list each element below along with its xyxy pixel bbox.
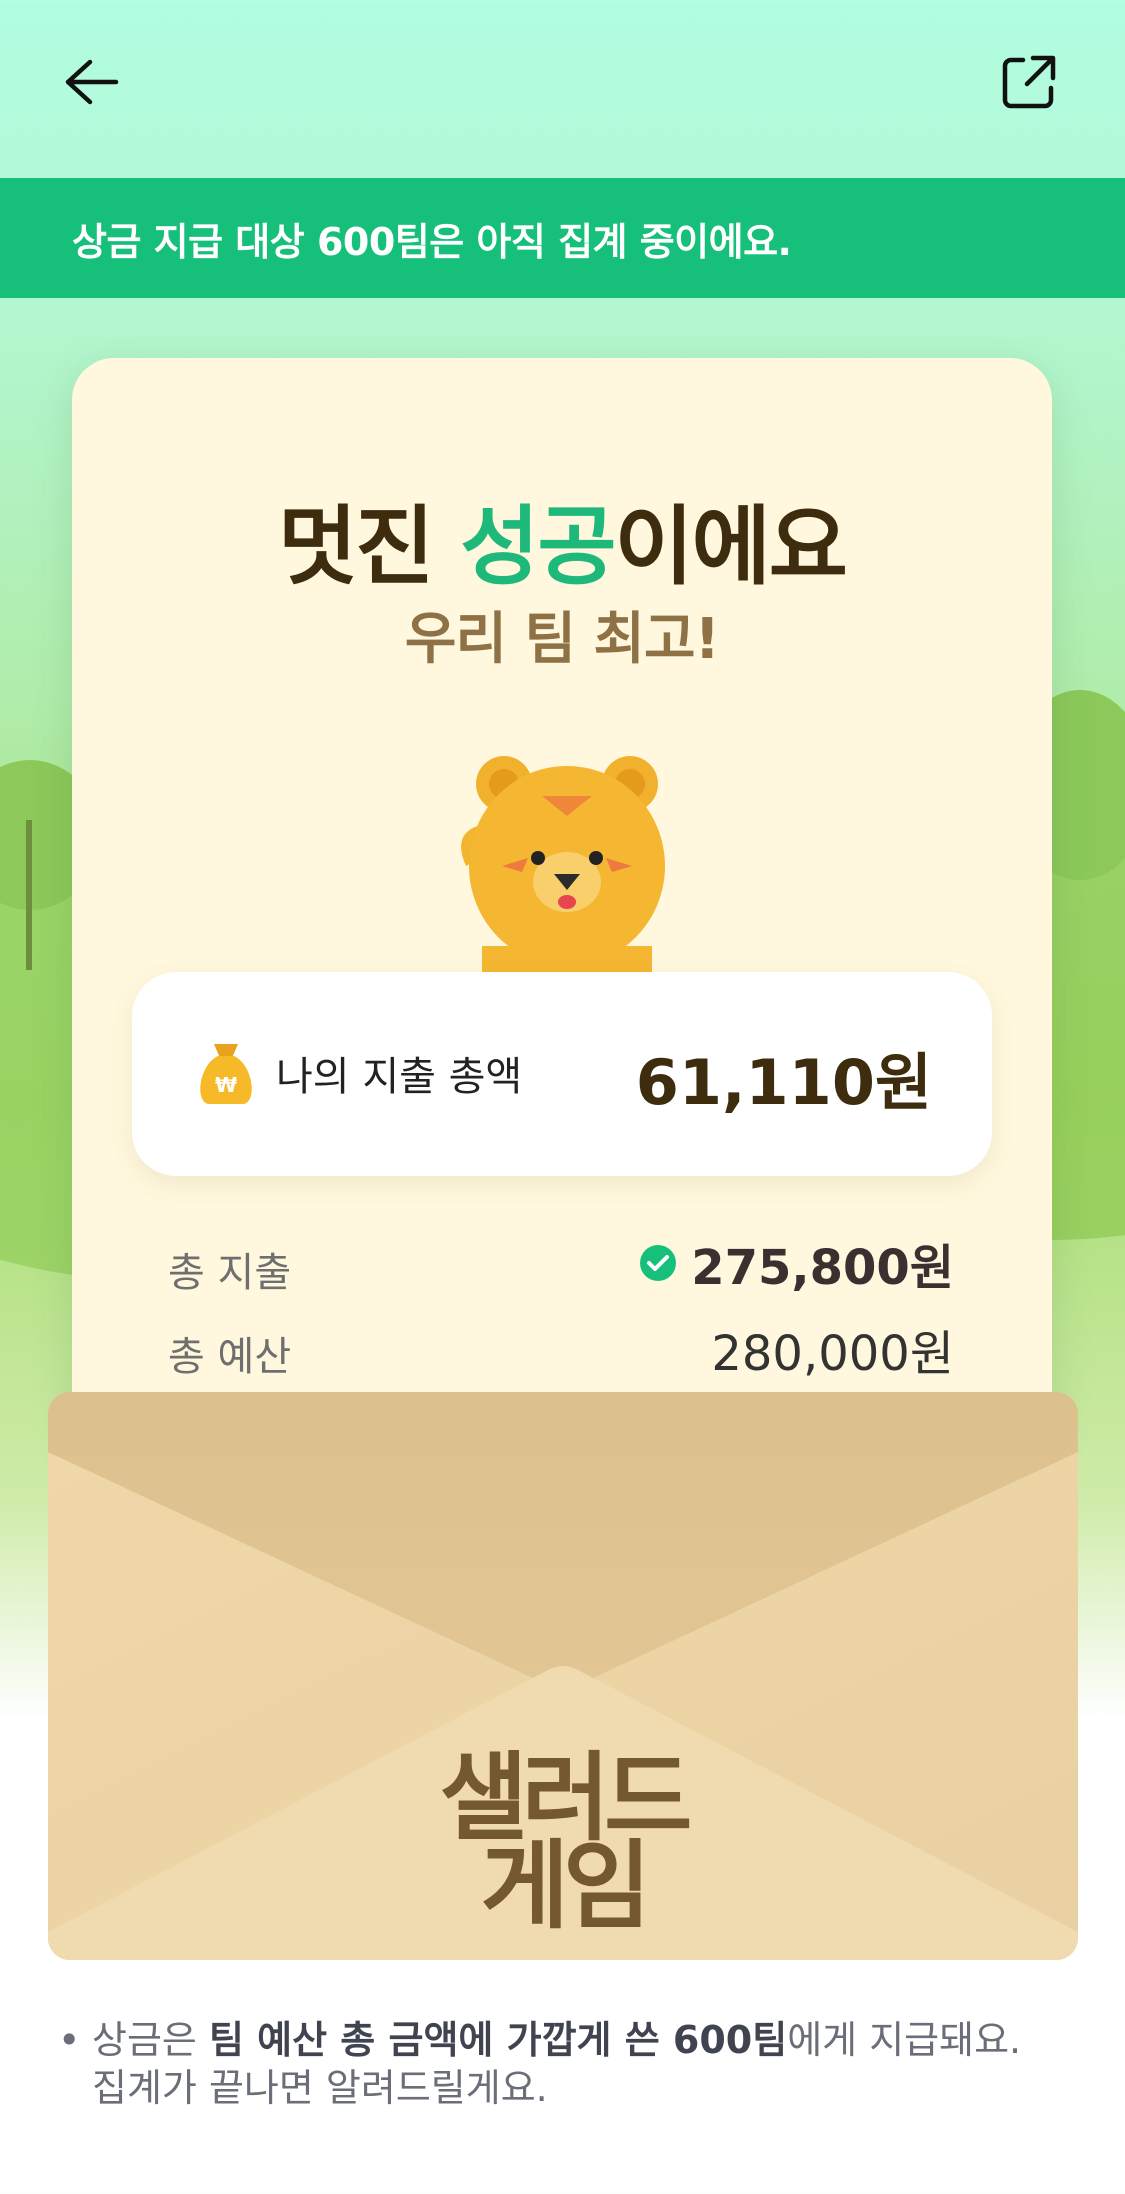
svg-text:₩: ₩ bbox=[215, 1073, 237, 1097]
result-card: 멋진 성공이에요 우리 팀 최고! ₩ 나의 지출 총액 61,110원 총 지… bbox=[72, 358, 1052, 1458]
banner-text: 상금 지급 대상 600팀은 아직 집계 중이에요. bbox=[72, 219, 792, 264]
total-budget-label: 총 예산 bbox=[168, 1334, 292, 1380]
footnote-bold: 팀 예산 총 금액에 가깝게 쓴 600팀 bbox=[208, 2018, 788, 2062]
footnote-text: 상금은 팀 예산 총 금액에 가깝게 쓴 600팀에게 지급돼요. 집계가 끝나면… bbox=[92, 2016, 1068, 2112]
tiger-mascot bbox=[461, 756, 665, 982]
top-bar bbox=[0, 0, 1125, 178]
envelope-logo-line2: 게임 bbox=[480, 1830, 652, 1942]
title-suffix: 이에요 bbox=[614, 497, 848, 597]
my-spending-box: ₩ 나의 지출 총액 61,110원 bbox=[132, 972, 992, 1176]
subtitle: 우리 팀 최고! bbox=[404, 607, 720, 672]
share-external-icon bbox=[1002, 55, 1056, 109]
footnote-part1: 상금은 bbox=[92, 2018, 209, 2062]
arrow-left-icon bbox=[65, 59, 119, 105]
footnote-line2: 집계가 끝나면 알려드릴게요. bbox=[92, 2066, 548, 2110]
footnote-part2: 에게 지급돼요. bbox=[787, 2018, 1022, 2062]
page-title: 멋진 성공이에요 bbox=[72, 476, 1052, 601]
back-button[interactable] bbox=[54, 46, 126, 118]
title-highlight: 성공 bbox=[460, 497, 616, 597]
check-circle-icon bbox=[640, 1245, 677, 1281]
total-budget-value: 280,000원 bbox=[711, 1326, 954, 1382]
total-spending-value-row: 275,800원 bbox=[639, 1228, 954, 1298]
envelope: 샐러드 게임 bbox=[48, 1392, 1078, 1960]
status-banner: 상금 지급 대상 600팀은 아직 집계 중이에요. bbox=[0, 178, 1125, 298]
my-spending-label: 나의 지출 총액 bbox=[276, 1054, 523, 1100]
total-spending-value: 275,800원 bbox=[691, 1240, 954, 1296]
my-spending-value: 61,110원 bbox=[635, 1046, 932, 1119]
footnote: • 상금은 팀 예산 총 금액에 가깝게 쓴 600팀에게 지급돼요. 집계가 끝… bbox=[58, 2016, 1068, 2112]
money-bag-icon: ₩ bbox=[200, 1044, 252, 1104]
bullet-dot: • bbox=[58, 2018, 81, 2062]
title-prefix: 멋진 bbox=[278, 497, 461, 597]
total-spending-label: 총 지출 bbox=[168, 1250, 292, 1296]
share-button[interactable] bbox=[993, 46, 1065, 118]
